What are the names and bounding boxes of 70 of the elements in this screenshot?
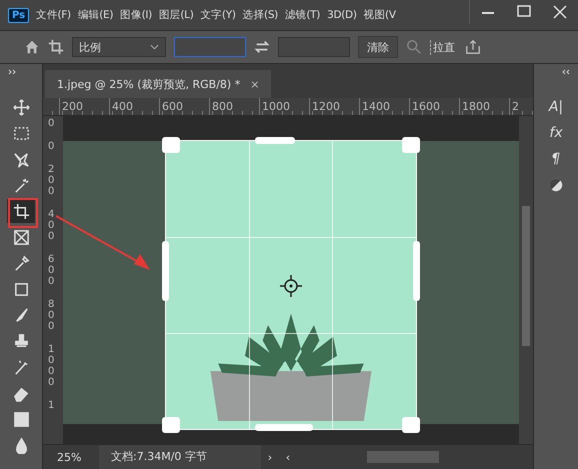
crop-handle[interactable]	[255, 424, 313, 431]
crop-handle[interactable]	[162, 137, 180, 153]
ruler-label: 800	[48, 299, 56, 332]
crop-icon	[12, 202, 30, 220]
crop-handle[interactable]	[162, 417, 180, 433]
ruler-label: 1000	[48, 344, 56, 388]
ruler-label: 800	[209, 98, 259, 115]
app-logo[interactable]: Ps	[8, 8, 30, 22]
clear-button[interactable]: 清除	[358, 36, 398, 58]
ratio-select[interactable]: 比例	[72, 37, 166, 57]
wand-icon	[12, 176, 30, 194]
crop-handle[interactable]	[402, 417, 420, 433]
menu-item[interactable]: 文字(Y)	[200, 8, 236, 22]
stamp-icon	[12, 332, 30, 350]
marquee-icon	[12, 124, 30, 142]
ruler-label: 0	[48, 118, 56, 129]
ruler-label: 400	[48, 209, 56, 242]
document-title: 1.jpeg @ 25% (裁剪预览, RGB/8) *	[57, 76, 240, 92]
panel-button[interactable]: A|	[548, 99, 564, 115]
ruler-label: 1800	[459, 98, 509, 115]
document-tab[interactable]: 1.jpeg @ 25% (裁剪预览, RGB/8) * ×	[45, 70, 272, 98]
ruler-label: 1200	[309, 98, 359, 115]
vertical-scrollbar[interactable]	[519, 116, 533, 444]
ruler-label: 0	[48, 141, 56, 152]
straighten-button[interactable]: 拉直	[430, 40, 457, 54]
ruler-label: 1000	[259, 98, 309, 115]
menu-item[interactable]: 图像(I)	[120, 8, 152, 22]
eyedropper-icon	[12, 254, 30, 272]
caret-icon	[150, 44, 159, 50]
height-input-field[interactable]	[278, 37, 350, 57]
prev-button[interactable]: ‹	[279, 450, 297, 464]
highlight-box	[8, 198, 38, 228]
document-info: 文档:7.34M/0 字节	[99, 445, 261, 469]
collapse-icon[interactable]	[560, 69, 570, 75]
canvas-area[interactable]	[63, 116, 519, 444]
zoom-level[interactable]: 25%	[43, 450, 99, 464]
ruler-label: 2	[509, 98, 521, 115]
ruler-label: 600	[48, 254, 56, 287]
ruler-label: 1600	[409, 98, 459, 115]
width-input-field[interactable]	[174, 37, 246, 57]
menu-item[interactable]: 文件(F)	[36, 8, 71, 22]
menu-item[interactable]: 图层(L)	[158, 8, 194, 22]
ruler-label: 600	[159, 98, 209, 115]
menu-item[interactable]: 视图(V	[364, 8, 396, 22]
expand-icon[interactable]	[8, 69, 18, 75]
menu-item[interactable]: 选择(S)	[242, 8, 278, 22]
menu-item[interactable]: 滤镜(T)	[284, 8, 320, 22]
crop-handle[interactable]	[162, 241, 169, 301]
frame-icon	[12, 228, 30, 246]
crop-handle[interactable]	[413, 241, 420, 301]
swap-icon[interactable]	[254, 39, 270, 55]
ruler-label: 200	[48, 164, 56, 197]
move-icon	[12, 98, 30, 116]
home-icon[interactable]	[24, 39, 40, 55]
crop-handle[interactable]	[402, 137, 420, 153]
crop-icon[interactable]	[48, 39, 64, 55]
panel-button[interactable]: fx	[549, 125, 563, 141]
next-button[interactable]: ›	[261, 450, 279, 464]
adjustments-icon[interactable]	[548, 177, 564, 193]
ruler-label: 1400	[359, 98, 409, 115]
ruler-label: 200	[59, 98, 109, 115]
crop-handle[interactable]	[255, 137, 295, 144]
menu-item[interactable]: 编辑(E)	[78, 8, 114, 22]
tab-close-button[interactable]: ×	[250, 78, 260, 90]
ruler-label: 400	[109, 98, 159, 115]
panel-button[interactable]: ¶	[552, 151, 560, 167]
share-icon[interactable]	[465, 39, 481, 55]
menu-item[interactable]: 3D(D)	[327, 9, 357, 21]
ruler-label: 1	[48, 400, 56, 411]
crosshair-icon	[279, 274, 303, 298]
